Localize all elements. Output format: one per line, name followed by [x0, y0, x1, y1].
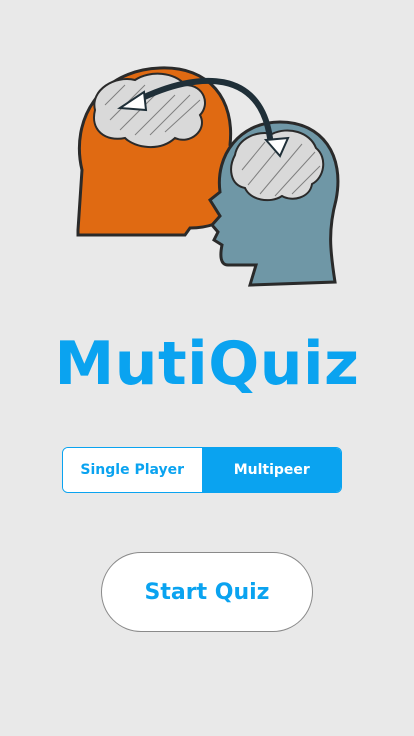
segment-multipeer[interactable]: Multipeer	[201, 448, 341, 492]
segment-single-player[interactable]: Single Player	[63, 448, 202, 492]
start-quiz-button[interactable]: Start Quiz	[101, 552, 313, 632]
app-title: MutiQuiz	[54, 329, 360, 399]
two-heads-brain-transfer-icon	[76, 66, 340, 287]
mode-segmented-control[interactable]: Single Player Multipeer	[62, 447, 342, 493]
